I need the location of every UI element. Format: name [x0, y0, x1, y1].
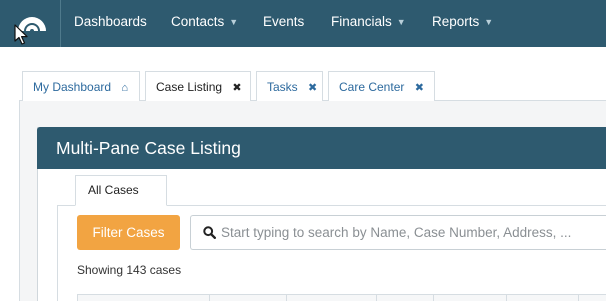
case-table-header: [77, 294, 606, 301]
tab-label: My Dashboard: [33, 80, 112, 94]
tab-label: Tasks: [267, 80, 298, 94]
panel-title: Multi-Pane Case Listing: [56, 138, 241, 158]
tab-label: Care Center: [339, 80, 405, 94]
tab-tasks[interactable]: Tasks ✖: [256, 71, 323, 101]
tab-care-center[interactable]: Care Center ✖: [328, 71, 435, 101]
home-icon: ⌂: [121, 82, 129, 94]
close-icon[interactable]: ✖: [308, 82, 317, 94]
column-separator: [433, 294, 434, 301]
mouse-cursor-icon: [14, 24, 28, 45]
column-separator: [209, 294, 210, 301]
filter-cases-button[interactable]: Filter Cases: [77, 215, 180, 250]
column-separator: [376, 294, 377, 301]
column-separator: [286, 294, 287, 301]
search-input[interactable]: [221, 216, 606, 249]
nav-item-label: Dashboards: [74, 14, 147, 29]
close-icon[interactable]: ✖: [415, 82, 424, 94]
chevron-down-icon: ▼: [484, 17, 494, 27]
top-navbar: Dashboards Contacts ▼ Events Financials ▼ …: [0, 0, 606, 47]
nav-item-label: Contacts: [171, 14, 225, 29]
chevron-down-icon: ▼: [396, 17, 406, 27]
case-search-box[interactable]: [190, 215, 606, 250]
nav-item-label: Events: [263, 14, 305, 29]
nav-item-financials[interactable]: Financials ▼: [331, 14, 406, 29]
chevron-down-icon: ▼: [229, 17, 239, 27]
tab-label: Case Listing: [156, 80, 223, 94]
column-separator: [578, 294, 579, 301]
nav-item-events[interactable]: Events: [263, 14, 304, 29]
nav-item-label: Financials: [331, 14, 392, 29]
nav-item-label: Reports: [432, 14, 480, 29]
nav-item-dashboards[interactable]: Dashboards: [74, 14, 147, 29]
close-icon[interactable]: ✖: [232, 82, 241, 94]
column-separator: [506, 294, 507, 301]
result-count: Showing 143 cases: [77, 263, 182, 277]
nav-item-reports[interactable]: Reports ▼: [432, 14, 493, 29]
nav-item-contacts[interactable]: Contacts ▼: [171, 14, 238, 29]
subtab-all-cases[interactable]: All Cases: [75, 175, 167, 206]
tab-my-dashboard[interactable]: My Dashboard ⌂: [22, 71, 140, 101]
nav-divider: [60, 0, 61, 47]
panel-header: Multi-Pane Case Listing: [37, 127, 606, 169]
search-icon: [203, 226, 216, 239]
tab-case-listing[interactable]: Case Listing ✖: [145, 71, 251, 102]
